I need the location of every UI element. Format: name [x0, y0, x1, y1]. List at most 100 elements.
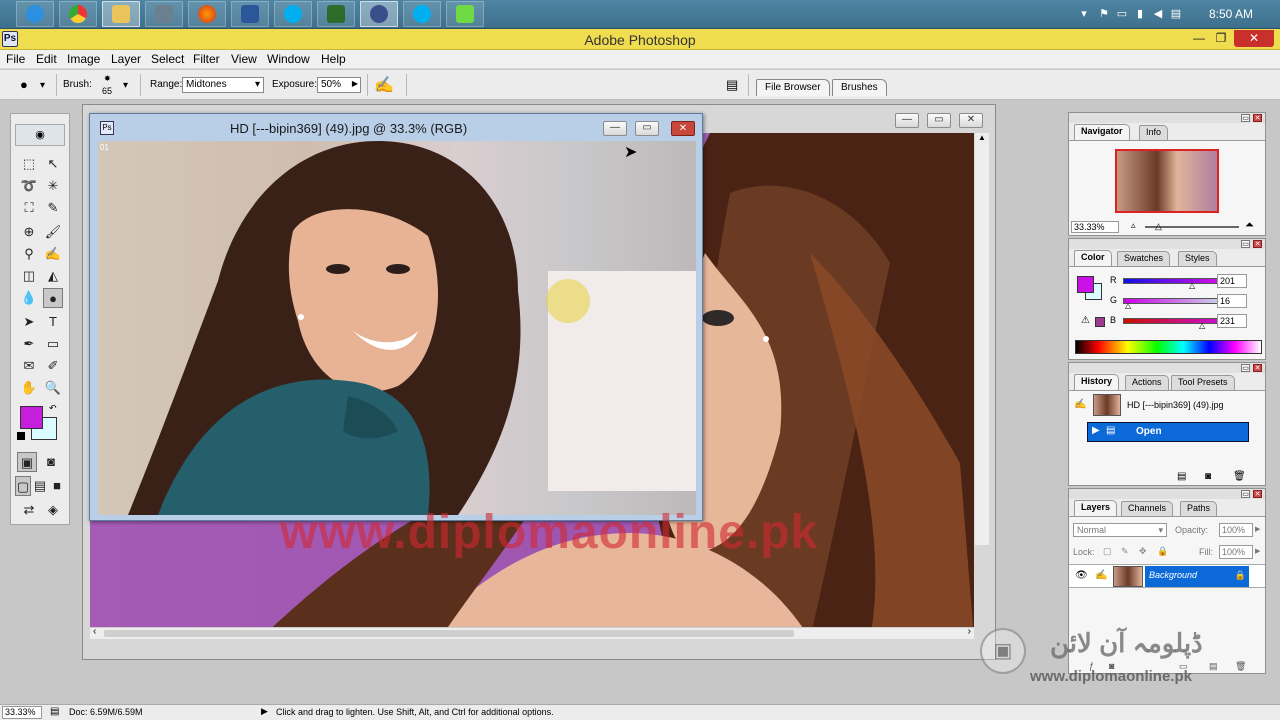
keyboard-icon[interactable]: ▤ — [1170, 8, 1182, 20]
color-fg-swatch[interactable] — [1077, 276, 1094, 293]
tab-color[interactable]: Color — [1074, 250, 1112, 266]
navigator-close-button[interactable]: ✕ — [1253, 114, 1262, 122]
doc2-scroll-thumb[interactable] — [104, 630, 794, 637]
taskbar-firefox-button[interactable] — [188, 1, 226, 27]
history-minimize-button[interactable]: ▭ — [1241, 364, 1250, 372]
color-minimize-button[interactable]: ▭ — [1241, 240, 1250, 248]
fill-arrow-icon[interactable]: ▶ — [1255, 547, 1260, 555]
jump-to-imageready-icon[interactable]: ⇄ — [19, 500, 39, 520]
r-slider-handle[interactable]: △ — [1189, 281, 1195, 290]
imageready-icon[interactable]: ◈ — [43, 500, 63, 520]
taskbar-skype2-button[interactable] — [403, 1, 441, 27]
preset-dropdown-icon[interactable]: ▾ — [40, 80, 45, 91]
crop-tool-icon[interactable]: ⛶ — [19, 198, 39, 218]
new-layer-icon[interactable]: ▤ — [1209, 661, 1218, 672]
snapshot-thumbnail[interactable] — [1093, 394, 1121, 416]
taskbar-explorer-button[interactable] — [102, 1, 140, 27]
speaker-icon[interactable]: ◀ — [1152, 8, 1164, 20]
history-brush-source-icon[interactable]: ✍ — [1074, 399, 1086, 410]
lock-all-icon[interactable]: 🔒 — [1157, 546, 1168, 557]
brushes-tab[interactable]: Brushes — [832, 79, 887, 96]
layer-brush-icon[interactable]: ✍ — [1095, 570, 1107, 581]
airbrush-icon[interactable]: ✍ — [374, 75, 394, 95]
healing-brush-tool-icon[interactable]: ⊕ — [19, 222, 39, 242]
opacity-arrow-icon[interactable]: ▶ — [1255, 525, 1260, 533]
tab-navigator[interactable]: Navigator — [1074, 124, 1130, 140]
foreground-color-swatch[interactable] — [20, 406, 43, 429]
menu-filter[interactable]: Filter — [193, 52, 220, 66]
swap-colors-icon[interactable]: ↶ — [49, 403, 57, 414]
screen-mode-full-icon[interactable]: ■ — [49, 476, 65, 496]
visibility-eye-icon[interactable]: 👁 — [1075, 570, 1088, 581]
history-state-open[interactable]: ▶ ▤ Open — [1087, 422, 1249, 442]
scroll-right-icon[interactable]: › — [968, 626, 971, 637]
document-window-front[interactable]: Ps HD [---bipin369] (49).jpg @ 33.3% (RG… — [89, 113, 703, 521]
menu-layer[interactable]: Layer — [111, 52, 141, 66]
layers-close-button[interactable]: ✕ — [1253, 490, 1262, 498]
quick-mask-mode-icon[interactable]: ◙ — [41, 452, 61, 472]
taskbar-word-button[interactable] — [231, 1, 269, 27]
lock-transparency-icon[interactable]: ▢ — [1103, 546, 1112, 557]
slice-tool-icon[interactable]: ✎ — [43, 198, 63, 218]
lock-position-icon[interactable]: ✥ — [1139, 546, 1147, 557]
doc2-maximize-button[interactable]: ▭ — [927, 113, 951, 128]
layer-row-background[interactable]: 👁 ✍ Background 🔒 — [1069, 564, 1265, 588]
snapshot-name[interactable]: HD [---bipin369] (49).jpg — [1127, 400, 1224, 410]
lock-image-icon[interactable]: ✎ — [1121, 546, 1129, 557]
brush-preview-icon[interactable]: ✸ — [104, 74, 111, 83]
network-icon[interactable]: ▮ — [1134, 8, 1146, 20]
move-tool-icon[interactable]: ↖ — [43, 154, 63, 174]
palette-header[interactable] — [1069, 113, 1265, 123]
exposure-input[interactable]: 50% ▶ — [317, 77, 361, 93]
magic-wand-tool-icon[interactable]: ✳ — [43, 176, 63, 196]
new-document-from-state-icon[interactable]: ▤ — [1177, 471, 1186, 482]
layers-minimize-button[interactable]: ▭ — [1241, 490, 1250, 498]
blur-tool-icon[interactable]: 💧 — [19, 288, 39, 308]
eraser-tool-icon[interactable]: ◫ — [19, 266, 39, 286]
menu-view[interactable]: View — [231, 52, 257, 66]
tab-channels[interactable]: Channels — [1121, 501, 1174, 516]
g-slider-handle[interactable]: △ — [1125, 301, 1131, 310]
zoom-in-icon[interactable]: ⏶ — [1245, 219, 1254, 232]
menu-window[interactable]: Window — [267, 52, 310, 66]
standard-mode-icon[interactable]: ▣ — [17, 452, 37, 472]
notes-tool-icon[interactable]: ✉ — [19, 356, 39, 376]
tab-swatches[interactable]: Swatches — [1117, 251, 1171, 266]
taskbar-media-button[interactable] — [317, 1, 355, 27]
menu-edit[interactable]: Edit — [36, 52, 57, 66]
lasso-tool-icon[interactable]: ➰ — [19, 176, 39, 196]
tab-info[interactable]: Info — [1139, 125, 1169, 140]
zoom-out-icon[interactable]: ▵ — [1131, 220, 1136, 231]
brush-dropdown-icon[interactable]: ▾ — [123, 80, 128, 91]
menu-select[interactable]: Select — [151, 52, 184, 66]
app-restore-button[interactable]: ❐ — [1208, 30, 1234, 47]
warning-icon[interactable]: ⚠ — [1081, 315, 1090, 326]
taskbar-calculator-button[interactable] — [145, 1, 183, 27]
menu-file[interactable]: File — [6, 52, 25, 66]
taskbar-ie-button[interactable] — [16, 1, 54, 27]
hand-tool-icon[interactable]: ✋ — [19, 378, 39, 398]
doc2-vertical-scrollbar[interactable]: ▲ — [975, 133, 989, 545]
doc2-minimize-button[interactable]: — — [895, 113, 919, 128]
tray-chevron-icon[interactable]: ▾ — [1078, 8, 1090, 20]
taskbar-chrome-button[interactable] — [59, 1, 97, 27]
clock[interactable]: 8:50 AM — [1209, 7, 1253, 21]
navigator-minimize-button[interactable]: ▭ — [1241, 114, 1250, 122]
status-info-icon[interactable]: ▤ — [50, 706, 59, 717]
doc2-horizontal-scrollbar[interactable]: ‹ › — [90, 626, 974, 639]
history-close-button[interactable]: ✕ — [1253, 364, 1262, 372]
palette-header[interactable] — [1069, 363, 1265, 373]
doc1-close-button[interactable]: ✕ — [671, 121, 695, 136]
clone-stamp-tool-icon[interactable]: ⚲ — [19, 244, 39, 264]
brush-size[interactable]: 65 — [102, 86, 112, 96]
adobe-online-icon[interactable]: ◉ — [15, 124, 65, 146]
status-arrow-icon[interactable]: ▶ — [261, 706, 268, 717]
layer-thumbnail[interactable] — [1113, 566, 1143, 587]
tab-styles[interactable]: Styles — [1178, 251, 1217, 266]
tab-layers[interactable]: Layers — [1074, 500, 1118, 516]
marquee-tool-icon[interactable]: ⬚ — [19, 154, 39, 174]
navigator-thumbnail[interactable] — [1115, 149, 1219, 213]
doc1-maximize-button[interactable]: ▭ — [635, 121, 659, 136]
menu-image[interactable]: Image — [67, 52, 100, 66]
tab-paths[interactable]: Paths — [1180, 501, 1218, 516]
